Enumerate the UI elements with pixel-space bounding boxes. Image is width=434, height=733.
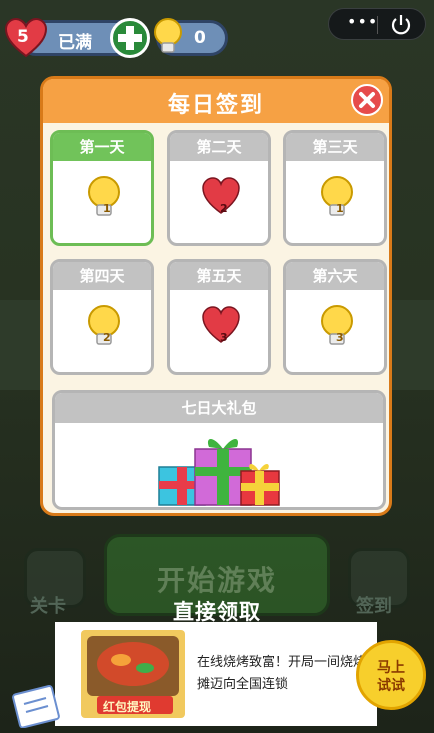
hearts-count: 5	[17, 27, 29, 47]
day-label: 第四天	[53, 262, 151, 290]
hearts-status: 已满	[58, 33, 92, 53]
close-icon	[359, 92, 375, 108]
day-card-1[interactable]: 第一天 1	[50, 130, 154, 246]
add-hearts-button[interactable]	[110, 18, 150, 58]
reward-count: 1	[336, 202, 344, 215]
day-card-5[interactable]: 第五天 3	[167, 259, 271, 375]
day-label: 第二天	[170, 133, 268, 161]
day-label: 第三天	[286, 133, 384, 161]
day-card-6[interactable]: 第六天 3	[283, 259, 387, 375]
day-label: 第五天	[170, 262, 268, 290]
gift-label: 七日大礼包	[55, 393, 383, 423]
mini-program-capsule: •••	[328, 8, 426, 40]
ad-try-now-button[interactable]: 马上 试试	[356, 640, 426, 710]
ad-image: 红包提现	[81, 630, 185, 718]
lightbulb-icon	[154, 18, 182, 53]
day-card-2[interactable]: 第二天 2	[167, 130, 271, 246]
reward-count: 2	[103, 331, 111, 344]
modal-title: 每日签到	[167, 93, 264, 118]
ad-image-caption: 红包提现	[103, 700, 152, 714]
more-icon[interactable]: •••	[347, 12, 378, 31]
gift-boxes-icon	[158, 439, 280, 506]
day-card-4[interactable]: 第四天 2	[50, 259, 154, 375]
day-card-3[interactable]: 第三天 1	[283, 130, 387, 246]
plus-icon	[118, 26, 142, 50]
close-button[interactable]	[351, 84, 383, 116]
capsule-divider	[377, 16, 378, 34]
start-game-label: 开始游戏	[156, 564, 277, 597]
reward-count: 3	[336, 331, 344, 344]
power-icon[interactable]	[388, 12, 414, 38]
day-label: 第六天	[286, 262, 384, 290]
day-label: 第一天	[53, 133, 151, 161]
reward-count: 3	[220, 331, 228, 344]
daily-checkin-modal: 每日签到 第一天 1 第二天 2 第三天 1 第四天 2 第五天 3 第六天 3…	[40, 76, 392, 516]
reward-count: 2	[220, 202, 228, 215]
ad-text: 在线烧烤致富！开局一间烧烤摊迈向全国连锁	[197, 655, 367, 692]
ad-badge-icon	[12, 685, 60, 728]
ad-cta-line1: 马上	[377, 660, 405, 676]
ad-cta-line2: 试试	[377, 678, 405, 694]
modal-header: 每日签到	[43, 79, 389, 123]
reward-count: 1	[103, 202, 111, 215]
seven-day-gift-card[interactable]: 七日大礼包	[52, 390, 386, 510]
ad-banner[interactable]: 红包提现 在线烧烤致富！开局一间烧烤摊迈向全国连锁	[55, 622, 377, 726]
hints-count: 0	[194, 28, 206, 48]
